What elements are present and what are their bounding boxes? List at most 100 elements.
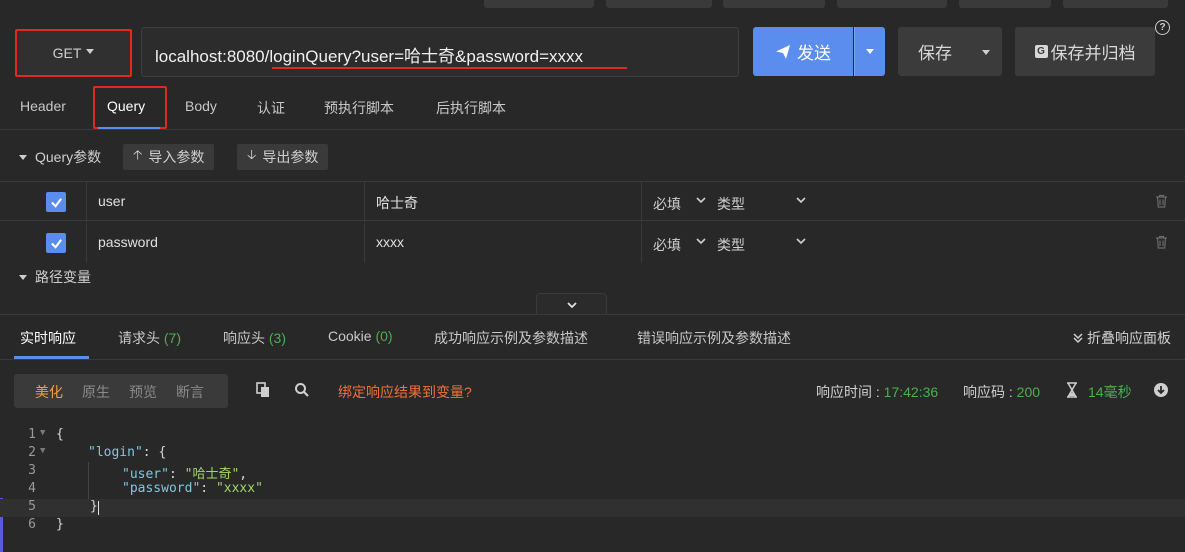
collapse-triangle-icon	[19, 154, 27, 160]
trash-icon[interactable]	[1155, 194, 1168, 208]
top-button-stub[interactable]	[959, 0, 1051, 8]
download-icon[interactable]	[1153, 382, 1169, 398]
chevron-down-icon[interactable]	[695, 194, 707, 206]
tab-cookie[interactable]: Cookie (0)	[328, 328, 393, 344]
active-tab-underline	[98, 127, 160, 129]
code-line: 6 }	[28, 517, 64, 532]
check-icon	[50, 197, 62, 208]
column-divider	[641, 182, 642, 222]
send-button[interactable]: 发送	[753, 27, 853, 76]
export-params-button[interactable]: 🡣 导出参数	[237, 144, 329, 170]
chevron-down-icon[interactable]	[795, 235, 807, 247]
request-tabs: Header Query Body 认证 预执行脚本 后执行脚本	[0, 88, 1185, 130]
view-mode-preview[interactable]: 预览	[129, 382, 157, 402]
send-dropdown-button[interactable]	[854, 27, 885, 76]
search-icon[interactable]	[294, 382, 310, 398]
method-label: GET	[52, 45, 82, 61]
param-row: password xxxx 必填 类型	[0, 223, 1185, 265]
tab-auth[interactable]: 认证	[257, 98, 285, 118]
arrow-down-icon: 🡣	[247, 147, 257, 162]
tab-body[interactable]: Body	[185, 98, 217, 114]
save-button[interactable]: 保存	[898, 27, 1002, 76]
url-input[interactable]: localhost:8080/loginQuery?user=哈士奇&passw…	[141, 27, 739, 77]
tab-request-headers[interactable]: 请求头 (7)	[118, 328, 181, 348]
panel-divider	[0, 314, 1185, 315]
type-select[interactable]: 类型	[717, 235, 745, 255]
send-label: 发送	[797, 44, 831, 63]
tab-success-example[interactable]: 成功响应示例及参数描述	[434, 328, 588, 348]
tab-realtime-response[interactable]: 实时响应	[20, 328, 76, 348]
url-highlight-underline	[272, 67, 627, 69]
double-chevron-down-icon	[1072, 331, 1084, 347]
view-mode-toggle: 美化 原生 预览 断言	[14, 374, 228, 408]
top-button-stub[interactable]	[723, 0, 825, 8]
top-button-stub[interactable]	[484, 0, 594, 8]
code-line: 1 ▼ {	[28, 427, 64, 442]
column-divider	[86, 182, 87, 222]
send-icon	[776, 44, 790, 59]
chevron-down-icon[interactable]	[795, 194, 807, 206]
save-archive-label: 保存并归档	[1050, 44, 1136, 63]
fold-arrow-icon[interactable]: ▼	[40, 428, 45, 438]
type-select[interactable]: 类型	[717, 194, 745, 214]
column-divider	[364, 223, 365, 263]
method-select[interactable]: GET	[15, 29, 132, 77]
copy-icon[interactable]	[255, 382, 271, 398]
text-cursor	[98, 501, 99, 515]
view-mode-raw[interactable]: 原生	[82, 382, 110, 402]
param-name[interactable]: password	[98, 234, 158, 250]
query-section-title: Query参数	[35, 149, 102, 165]
param-name[interactable]: user	[98, 193, 125, 209]
tab-error-example[interactable]: 错误响应示例及参数描述	[637, 328, 791, 348]
required-select[interactable]: 必填	[653, 194, 681, 214]
column-divider	[641, 223, 642, 263]
response-code-view[interactable]: 1 ▼ { 2 ▼ "login": { 3 "user": "哈士奇", 4 "p…	[0, 426, 1185, 552]
chevron-down-icon[interactable]	[695, 235, 707, 247]
response-time: 响应时间 : 17:42:36	[816, 384, 939, 400]
param-value[interactable]: xxxx	[376, 234, 404, 250]
column-divider	[86, 223, 87, 263]
check-icon	[50, 238, 62, 249]
google-icon: G	[1034, 45, 1048, 58]
save-and-archive-button[interactable]: G 保存并归档	[1015, 27, 1155, 76]
import-params-label: 导入参数	[148, 149, 205, 165]
caret-down-icon	[86, 49, 95, 54]
help-icon[interactable]: ?	[1155, 20, 1170, 35]
tab-response-headers[interactable]: 响应头 (3)	[223, 328, 286, 348]
view-mode-assert[interactable]: 断言	[176, 382, 204, 402]
fold-response-panel-button[interactable]: 折叠响应面板	[1072, 328, 1171, 348]
tab-pre-script[interactable]: 预执行脚本	[324, 98, 394, 118]
caret-down-icon	[866, 49, 874, 54]
fold-arrow-icon[interactable]: ▼	[40, 446, 45, 456]
code-line: 3 "user": "哈士奇",	[28, 463, 248, 482]
column-divider	[364, 182, 365, 222]
required-select[interactable]: 必填	[653, 235, 681, 255]
param-checkbox[interactable]	[46, 192, 66, 212]
response-code: 响应码 : 200	[963, 384, 1041, 400]
path-section-toggle[interactable]: 路径变量	[19, 263, 91, 291]
save-label: 保存	[918, 44, 952, 63]
param-checkbox[interactable]	[46, 233, 66, 253]
hourglass-icon	[1067, 382, 1077, 398]
response-duration: 14毫秒	[1088, 384, 1132, 400]
view-mode-beautify[interactable]: 美化	[35, 382, 63, 402]
query-section-toggle[interactable]: Query参数	[19, 143, 101, 171]
top-button-stub[interactable]	[606, 0, 712, 8]
param-row: user 哈士奇 必填 类型	[0, 181, 1185, 222]
param-value[interactable]: 哈士奇	[376, 193, 418, 213]
top-button-stub[interactable]	[1063, 0, 1168, 8]
code-line: 4 "password": "xxxx"	[28, 481, 263, 496]
tab-header[interactable]: Header	[20, 98, 66, 114]
caret-down-icon	[982, 50, 990, 55]
active-tab-underline	[14, 356, 89, 359]
panel-collapse-handle[interactable]	[536, 293, 607, 315]
url-text: localhost:8080/loginQuery?user=哈士奇&passw…	[155, 47, 584, 66]
top-button-stub[interactable]	[837, 0, 947, 8]
import-params-button[interactable]: 🡡 导入参数	[123, 144, 215, 170]
chevron-down-icon	[566, 301, 577, 308]
trash-icon[interactable]	[1155, 235, 1168, 249]
export-params-label: 导出参数	[262, 149, 319, 165]
tab-post-script[interactable]: 后执行脚本	[436, 98, 506, 118]
arrow-up-icon: 🡡	[133, 147, 143, 162]
bind-response-to-variable-link[interactable]: 绑定响应结果到变量?	[338, 382, 472, 402]
